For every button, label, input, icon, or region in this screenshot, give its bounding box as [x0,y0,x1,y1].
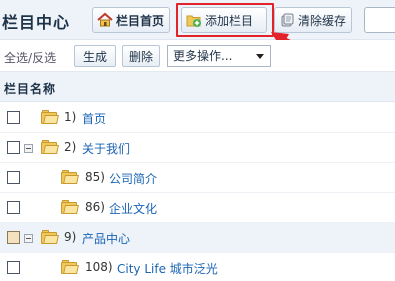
table-row: 85) 公司简介 [0,163,395,193]
page-title: 栏目中心 [2,13,71,32]
selection-links: 全选/反选 [4,49,56,66]
collapse-icon[interactable] [24,144,33,153]
chevron-down-icon [256,54,264,59]
row-checkbox[interactable] [7,111,20,124]
folder-icon [61,260,79,275]
delete-button[interactable]: 删除 [122,45,160,67]
folder-icon [61,200,79,215]
row-checkbox[interactable] [7,231,20,244]
highlight-box [176,3,274,37]
row-checkbox[interactable] [7,261,20,274]
row-name-link[interactable]: 产品中心 [82,230,130,247]
folder-icon [41,110,59,125]
column-name-header: 栏目名称 [4,82,57,96]
row-checkbox[interactable] [7,201,20,214]
row-id: 1) [64,110,77,124]
clear-cache-icon [279,12,295,28]
table-row: 108) City Life 城市泛光 [0,253,395,281]
select-all-link[interactable]: 全选 [4,51,28,65]
search-input[interactable] [364,7,395,33]
table-row: 9) 产品中心 [0,223,395,253]
row-name-link[interactable]: 企业文化 [109,200,157,217]
row-id: 2) [64,140,77,154]
column-home-button[interactable]: 栏目首页 [92,7,170,33]
folder-icon [61,170,79,185]
clear-cache-label: 清除缓存 [298,13,347,28]
row-checkbox[interactable] [7,141,20,154]
table-row: 1) 首页 [0,103,395,133]
table-row: 86) 企业文化 [0,193,395,223]
row-id: 108) [85,260,113,274]
row-name-link[interactable]: 关于我们 [82,140,130,157]
row-name-link[interactable]: 首页 [82,110,106,127]
folder-icon [41,230,59,245]
column-header: 栏目名称 [0,72,395,102]
row-name-link[interactable]: 公司简介 [109,170,157,187]
row-id: 86) [85,200,105,214]
home-icon [97,12,113,28]
invert-selection-link[interactable]: 反选 [32,51,56,65]
more-actions-value: 更多操作... [173,49,233,63]
folder-icon [41,140,59,155]
row-checkbox[interactable] [7,171,20,184]
more-actions-select[interactable]: 更多操作... [167,45,271,67]
action-toolbar: 全选/反选 生成 删除 更多操作... [0,40,395,72]
collapse-icon[interactable] [24,234,33,243]
row-id: 9) [64,230,77,244]
row-name-link[interactable]: City Life 城市泛光 [117,260,218,277]
column-home-label: 栏目首页 [116,13,165,28]
generate-button[interactable]: 生成 [74,45,116,67]
row-id: 85) [85,170,105,184]
table-row: 2) 关于我们 [0,133,395,163]
